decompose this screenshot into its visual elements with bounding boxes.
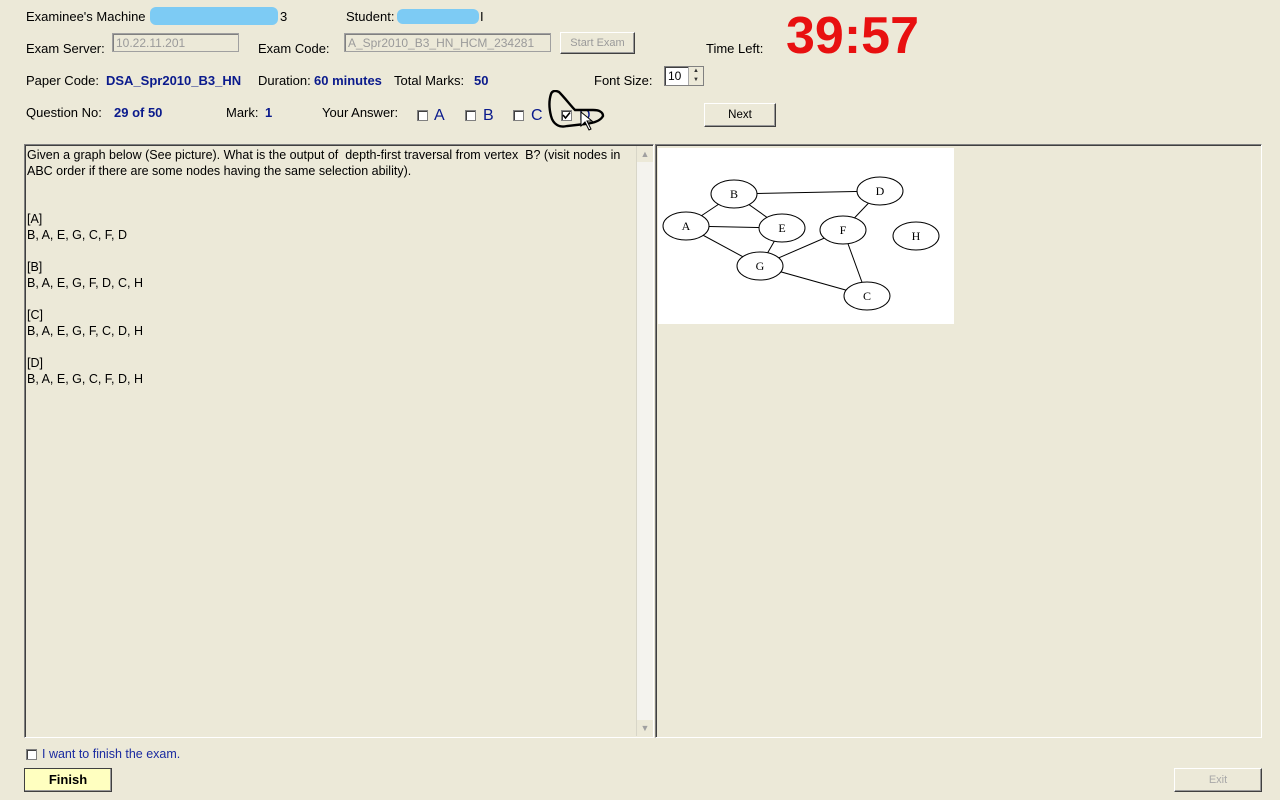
question-no-value: 29 of 50 (114, 105, 163, 120)
total-marks-value: 50 (474, 73, 489, 88)
option-c-tag: [C] (27, 308, 43, 322)
answer-b-checkbox[interactable] (465, 110, 476, 121)
node-label-a: A (682, 219, 691, 233)
answer-b-letter: B (483, 107, 494, 124)
node-label-f: F (840, 223, 847, 237)
option-d-text: B, A, E, G, C, F, D, H (27, 372, 143, 386)
scroll-up-icon[interactable]: ▲ (637, 146, 653, 162)
node-label-h: H (912, 229, 921, 243)
exam-code-field[interactable]: A_Spr2010_B3_HN_HCM_234281 (344, 33, 551, 52)
font-size-label: Font Size: (594, 73, 653, 88)
total-marks-label: Total Marks: (394, 73, 465, 88)
student-label: Student: (346, 9, 395, 24)
answer-c-checkbox[interactable] (513, 110, 524, 121)
mark-value: 1 (265, 105, 273, 120)
option-c-text: B, A, E, G, F, C, D, H (27, 324, 143, 338)
finish-exam-checkbox[interactable] (26, 749, 37, 760)
redacted-machine-name (150, 7, 278, 25)
redacted-student-name (397, 9, 479, 24)
node-label-d: D (876, 184, 885, 198)
exam-code-label: Exam Code: (258, 41, 330, 56)
mark-label: Mark: (226, 105, 259, 120)
examinee-machine-suffix: 3 (280, 9, 288, 24)
paper-code-label: Paper Code: (26, 73, 99, 88)
time-left-value: 39:57 (786, 7, 919, 65)
question-no-label: Question No: (26, 105, 102, 120)
answer-a-checkbox[interactable] (417, 110, 428, 121)
graph-diagram: B D A E F H G C (662, 176, 940, 311)
paper-code-value: DSA_Spr2010_B3_HN (106, 73, 242, 88)
spin-up-icon[interactable]: ▲ (689, 67, 703, 76)
scroll-down-icon[interactable]: ▼ (637, 720, 653, 736)
finish-button[interactable]: Finish (24, 768, 112, 792)
option-a-tag: [A] (27, 212, 43, 226)
duration-label: Duration: (258, 73, 311, 88)
exam-server-field[interactable]: 10.22.11.201 (112, 33, 239, 52)
spin-down-icon[interactable]: ▼ (689, 76, 703, 85)
node-label-g: G (756, 259, 765, 273)
exam-server-label: Exam Server: (26, 41, 105, 56)
node-label-c: C (863, 289, 871, 303)
option-b-text: B, A, E, G, F, D, C, H (27, 276, 143, 290)
finish-exam-checkbox-label[interactable]: I want to finish the exam. (42, 747, 180, 761)
student-suffix: I (480, 9, 484, 24)
option-a-text: B, A, E, G, C, F, D (27, 228, 128, 242)
examinee-machine-label: Examinee's Machine (26, 9, 146, 24)
node-label-e: E (778, 221, 785, 235)
answer-c-letter: C (531, 107, 543, 124)
spinner-buttons[interactable]: ▲ ▼ (688, 67, 703, 85)
answer-a-letter: A (434, 107, 445, 124)
next-button[interactable]: Next (704, 103, 776, 127)
option-b-tag: [B] (27, 260, 43, 274)
start-exam-button[interactable]: Start Exam (560, 32, 635, 54)
exit-button[interactable]: Exit (1174, 768, 1262, 792)
hand-cursor-icon (548, 90, 605, 131)
graph-picture: B D A E F H G C (658, 148, 954, 324)
question-stem: Given a graph below (See picture). What … (27, 148, 624, 178)
question-scrollbar[interactable]: ▲ ▼ (636, 146, 653, 736)
font-size-value: 10 (668, 69, 682, 83)
question-text-area: Given a graph below (See picture). What … (27, 147, 635, 387)
node-label-b: B (730, 187, 738, 201)
time-left-label: Time Left: (706, 41, 764, 56)
option-d-tag: [D] (27, 356, 43, 370)
duration-value: 60 minutes (314, 73, 382, 88)
font-size-spinner[interactable]: 10 ▲ ▼ (664, 66, 704, 86)
your-answer-label: Your Answer: (322, 105, 399, 120)
